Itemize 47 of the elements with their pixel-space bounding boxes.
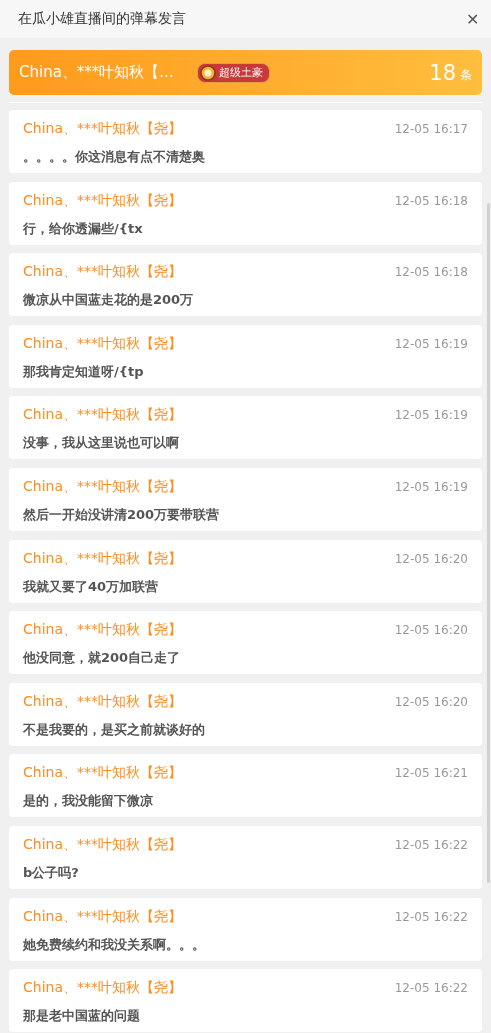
message-text: 。。。。你这消息有点不清楚奥: [23, 148, 206, 166]
user-name: China、***叶知秋【尧】: [23, 979, 182, 998]
user-name: China、***叶知秋【尧】: [23, 764, 182, 783]
user-name: China、***叶知秋【尧】: [23, 835, 182, 854]
user-name: China、***叶知秋【尧】: [23, 692, 182, 711]
message-time: 12-05 16:21: [394, 766, 468, 781]
message-time: 12-05 16:20: [394, 694, 468, 709]
message-text: 然后一开始没讲清200万要带联营: [23, 505, 221, 524]
message-text: 没事，我从这里说也可以啊: [23, 434, 180, 453]
message-time: 12-05 16:18: [394, 265, 468, 280]
message-text: 那我肯定知道呀/{tp: [23, 362, 145, 381]
message-time: 12-05 16:22: [394, 837, 468, 852]
message-time: 12-05 16:17: [394, 122, 468, 136]
message-time: 12-05 16:20: [394, 623, 468, 638]
scrollbar[interactable]: [487, 203, 490, 883]
message-time: 12-05 16:22: [394, 981, 468, 996]
message-text: 她免费续约和我没关系啊。。。: [23, 935, 206, 954]
message-text: 他没同意，就200自己走了: [23, 649, 182, 668]
level-badge: 超级土豪: [197, 62, 270, 83]
message-time: 12-05 16:19: [394, 408, 468, 423]
message-text: 行，给你透漏些/{tx: [23, 219, 144, 238]
message-time: 12-05 16:18: [394, 193, 468, 208]
user-name: China、***叶知秋【尧】: [23, 907, 182, 926]
message-time: 12-05 16:20: [394, 551, 468, 566]
message-time: 12-05 16:19: [394, 479, 468, 494]
message-time: 12-05 16:22: [394, 909, 468, 924]
message-text: 不是我要的，是买之前就谈好的: [23, 720, 206, 739]
count-unit: 条: [460, 67, 472, 84]
user-name: China、***叶知秋【尧】: [23, 477, 182, 496]
user-name: China、***叶知秋【尧】: [23, 549, 182, 568]
user-name: China、***叶知秋【...: [19, 63, 175, 82]
message-text: 那是老中国蓝的问题: [23, 1007, 141, 1026]
medal-icon: [200, 64, 216, 81]
message-text: b公子吗?: [23, 863, 80, 882]
user-name: China、***叶知秋【尧】: [23, 406, 182, 425]
user-name: China、***叶知秋【尧】: [23, 621, 182, 640]
user-name: China、***叶知秋【尧】: [23, 191, 182, 210]
user-name: China、***叶知秋【尧】: [23, 263, 182, 282]
message-count: 18: [429, 60, 456, 85]
close-button[interactable]: ✕: [466, 9, 479, 29]
message-time: 12-05 16:19: [394, 336, 468, 351]
user-name: China、***叶知秋【尧】: [23, 120, 182, 138]
message-text: 是的，我没能留下微凉: [23, 792, 154, 811]
user-name: China、***叶知秋【尧】: [23, 334, 182, 353]
window-title: 在瓜小雄直播间的弹幕发言: [18, 10, 186, 28]
message-text: 微凉从中国蓝走花的是200万: [23, 291, 195, 310]
message-text: 我就又要了40万加联营: [23, 577, 160, 596]
